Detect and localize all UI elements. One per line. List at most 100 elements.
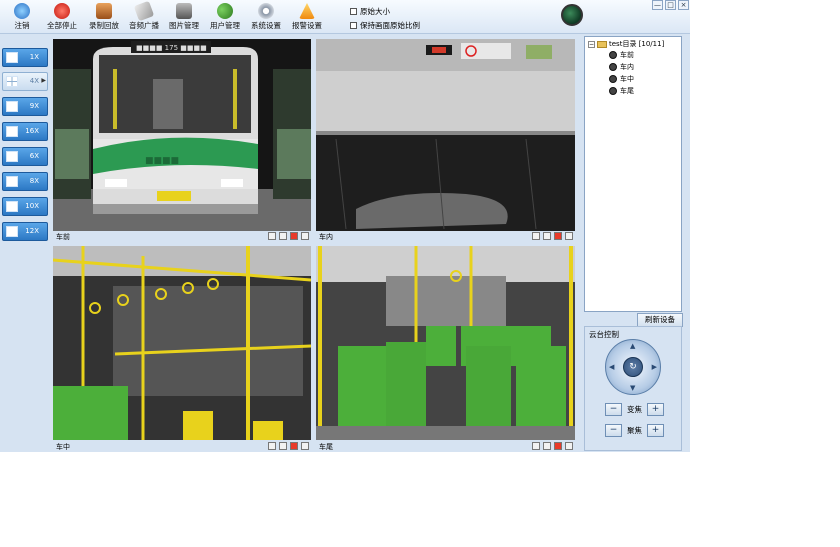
layout-8x-icon xyxy=(6,176,18,187)
mute-icon[interactable] xyxy=(279,442,287,450)
pane-label: 车前 xyxy=(56,233,70,241)
snapshot-icon[interactable] xyxy=(565,232,573,240)
tree-item-inside[interactable]: 车内 xyxy=(609,62,634,72)
zoom-out-button[interactable]: − xyxy=(605,403,622,416)
bus-inside-image xyxy=(316,39,575,231)
layout-1x-button[interactable]: 1X xyxy=(2,48,48,67)
checkbox-box[interactable] xyxy=(350,8,357,15)
mute-icon[interactable] xyxy=(543,232,551,240)
tree-item-label: 车尾 xyxy=(620,87,634,95)
pane-caption: 车中 xyxy=(53,441,311,452)
picture-manage-label: 图片管理 xyxy=(169,21,199,30)
snapshot-icon[interactable] xyxy=(565,442,573,450)
record-playback-label: 录制回放 xyxy=(89,21,119,30)
logout-label: 注销 xyxy=(14,21,30,30)
ptz-left-icon[interactable]: ◀ xyxy=(609,363,614,371)
snapshot-icon[interactable] xyxy=(301,232,309,240)
video-pane-front[interactable]: ■■■■ 175 ■■■■ ■■■■ 车前 xyxy=(53,39,311,242)
layout-12x-button[interactable]: 12X xyxy=(2,222,48,241)
layout-9x-button[interactable]: 9X xyxy=(2,97,48,116)
fullscreen-icon[interactable] xyxy=(532,442,540,450)
pane-label: 车中 xyxy=(56,443,70,451)
user-manage-button[interactable]: 用户管理 xyxy=(205,2,245,32)
layout-16x-label: 16X xyxy=(25,127,39,135)
pane-label: 车内 xyxy=(319,233,333,241)
pane-controls xyxy=(532,442,573,450)
record-playback-button[interactable]: 录制回放 xyxy=(84,2,124,32)
layout-10x-button[interactable]: 10X xyxy=(2,197,48,216)
mute-icon[interactable] xyxy=(279,232,287,240)
app-window: 注销 全部停止 录制回放 音频广播 图片管理 用户管理 系统设置 报警设置 原始… xyxy=(0,0,690,452)
focus-in-button[interactable]: + xyxy=(647,424,664,437)
gear-icon xyxy=(258,3,274,19)
layout-16x-icon xyxy=(6,126,18,137)
checkbox-box[interactable] xyxy=(350,22,357,29)
keep-ratio-checkbox[interactable]: 保持画面原始比例 xyxy=(350,20,420,31)
collapse-icon[interactable]: − xyxy=(588,40,595,48)
mute-icon[interactable] xyxy=(543,442,551,450)
video-pane-middle[interactable]: 车中 xyxy=(53,246,311,452)
user-manage-label: 用户管理 xyxy=(210,21,240,30)
record-playback-icon xyxy=(96,3,112,19)
bus-front-image: ■■■■ 175 ■■■■ ■■■■ xyxy=(53,39,311,231)
zoom-label: 变焦 xyxy=(627,405,642,414)
layout-6x-button[interactable]: 6X xyxy=(2,147,48,166)
video-feed[interactable]: ■■■■ 175 ■■■■ ■■■■ xyxy=(53,39,311,231)
alarm-warning-icon xyxy=(299,3,315,19)
original-size-checkbox[interactable]: 原始大小 xyxy=(350,6,390,17)
pane-caption: 车内 xyxy=(316,231,575,242)
system-settings-button[interactable]: 系统设置 xyxy=(246,2,286,32)
focus-label: 聚焦 xyxy=(627,426,642,435)
pane-caption: 车尾 xyxy=(316,441,575,452)
folder-icon xyxy=(597,40,607,48)
stop-all-button[interactable]: 全部停止 xyxy=(42,2,82,32)
layout-1x-label: 1X xyxy=(29,53,39,61)
audio-broadcast-button[interactable]: 音频广播 xyxy=(124,0,164,32)
layout-16x-button[interactable]: 16X xyxy=(2,122,48,141)
ptz-down-icon[interactable]: ▼ xyxy=(630,384,635,392)
record-icon[interactable] xyxy=(290,442,298,450)
fullscreen-icon[interactable] xyxy=(268,232,276,240)
layout-4x-label: 4X xyxy=(29,77,39,85)
camera-icon xyxy=(609,87,617,95)
svg-text:■■■■ 175 ■■■■: ■■■■ 175 ■■■■ xyxy=(136,44,207,52)
pane-caption: 车前 xyxy=(53,231,311,242)
record-icon[interactable] xyxy=(554,232,562,240)
stop-all-icon xyxy=(54,3,70,19)
video-feed[interactable] xyxy=(316,246,575,440)
alarm-settings-button[interactable]: 报警设置 xyxy=(287,2,327,32)
fullscreen-icon[interactable] xyxy=(268,442,276,450)
snapshot-icon[interactable] xyxy=(301,442,309,450)
ptz-auto-icon[interactable]: ↻ xyxy=(623,357,643,377)
video-feed[interactable] xyxy=(53,246,311,440)
tree-root[interactable]: − test目录 [10/11] xyxy=(588,39,664,49)
tree-item-front[interactable]: 车前 xyxy=(609,50,634,60)
minimize-button[interactable]: — xyxy=(652,0,663,10)
zoom-in-button[interactable]: + xyxy=(647,403,664,416)
video-feed[interactable] xyxy=(316,39,575,231)
refresh-devices-button[interactable]: 刷新设备 xyxy=(637,313,683,327)
maximize-button[interactable]: □ xyxy=(665,0,676,10)
users-icon xyxy=(217,3,233,19)
tree-item-rear[interactable]: 车尾 xyxy=(609,86,634,96)
record-icon[interactable] xyxy=(554,442,562,450)
focus-row: − 聚焦 + xyxy=(605,424,664,437)
logout-button[interactable]: 注销 xyxy=(2,2,42,32)
fullscreen-icon[interactable] xyxy=(532,232,540,240)
record-icon[interactable] xyxy=(290,232,298,240)
video-pane-inside[interactable]: 车内 xyxy=(316,39,575,242)
tree-item-middle[interactable]: 车中 xyxy=(609,74,634,84)
focus-out-button[interactable]: − xyxy=(605,424,622,437)
ptz-up-icon[interactable]: ▲ xyxy=(630,342,635,350)
layout-8x-button[interactable]: 8X xyxy=(2,172,48,191)
ptz-right-icon[interactable]: ▶ xyxy=(652,363,657,371)
close-button[interactable]: × xyxy=(678,0,689,10)
ptz-title: 云台控制 xyxy=(589,330,619,339)
layout-4x-button[interactable]: 4X ▶ xyxy=(2,72,48,91)
ptz-direction-dial[interactable]: ▲ ▼ ◀ ▶ ↻ xyxy=(605,339,661,395)
video-pane-rear[interactable]: 车尾 xyxy=(316,246,575,452)
ptz-control-panel: 云台控制 ▲ ▼ ◀ ▶ ↻ − 变焦 + − 聚焦 + xyxy=(584,326,682,451)
picture-manage-button[interactable]: 图片管理 xyxy=(164,2,204,32)
svg-text:■■■■: ■■■■ xyxy=(145,156,179,166)
original-size-label: 原始大小 xyxy=(360,7,390,16)
